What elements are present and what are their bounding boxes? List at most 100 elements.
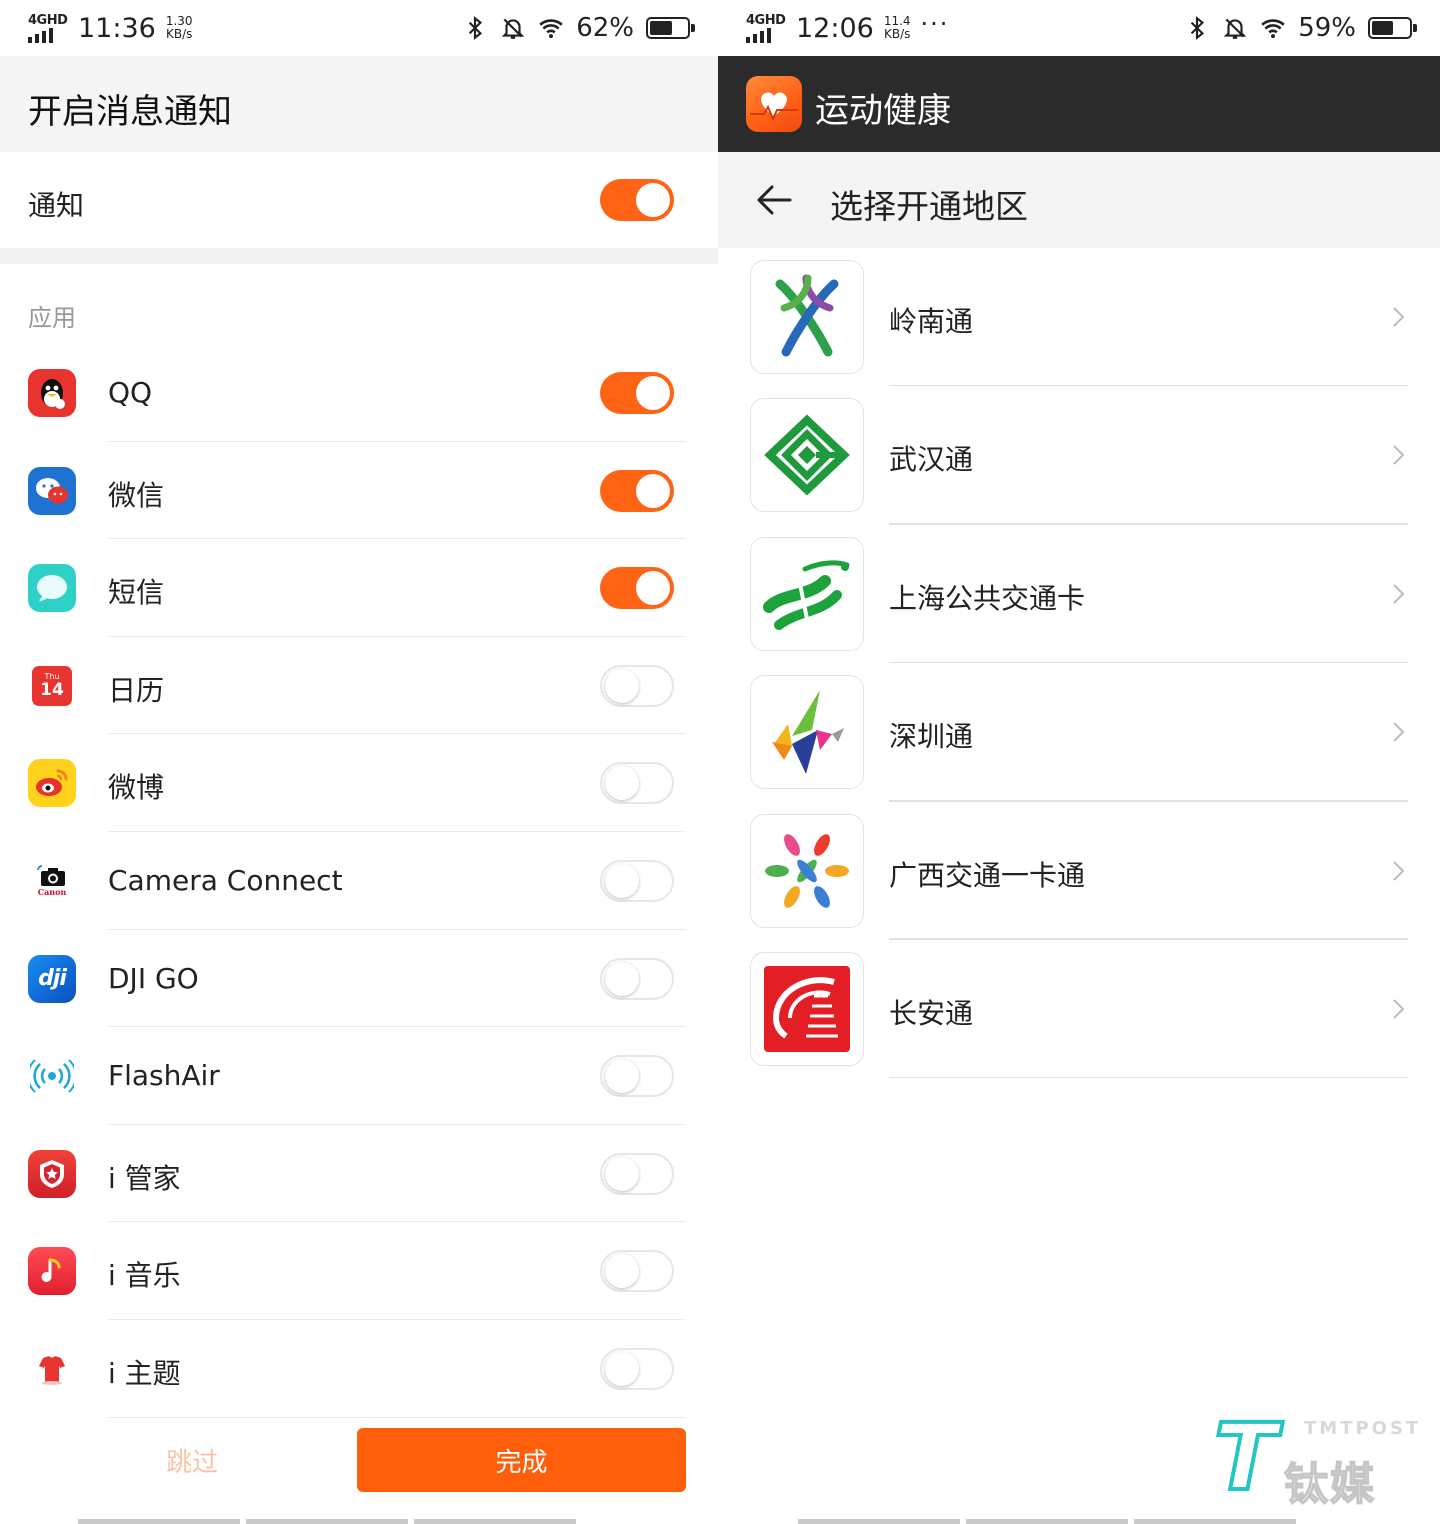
app-row-dji-go[interactable]: dji DJI GO: [0, 930, 718, 1028]
qq-notification-toggle[interactable]: [600, 372, 674, 414]
app-name: 日历: [108, 673, 165, 707]
app-row-i-manager[interactable]: i 管家: [0, 1125, 718, 1223]
wifi-icon: [1261, 19, 1285, 39]
region-name: 岭南通: [889, 305, 974, 338]
app-row-calendar[interactable]: Thu 14 日历: [0, 637, 718, 735]
app-title-bar: 运动健康: [718, 56, 1440, 152]
skip-button[interactable]: 跳过: [32, 1428, 352, 1492]
row-divider: [108, 1416, 686, 1418]
flashair-notification-toggle[interactable]: [600, 1055, 674, 1098]
flashair-icon: [28, 1052, 76, 1101]
i-theme-notification-toggle[interactable]: [600, 1347, 674, 1390]
notification-label: 通知: [28, 189, 85, 222]
shenzhentong-logo: [750, 675, 864, 790]
lingnantong-logo: [750, 260, 864, 374]
page-title: 选择开通地区: [830, 187, 1028, 226]
shanghai-transport-card-logo: [750, 536, 864, 651]
weibo-icon: [28, 759, 76, 808]
chevron-right-icon: [1393, 722, 1405, 742]
battery-percent: 59%: [1298, 13, 1356, 43]
watermark-chinese: 钛媒体: [1283, 1458, 1376, 1524]
home-indicator: [78, 1519, 576, 1524]
chevron-right-icon: [1393, 584, 1405, 604]
weibo-notification-toggle[interactable]: [600, 762, 674, 805]
region-row-shanghai[interactable]: 上海公共交通卡: [718, 525, 1440, 664]
watermark-english: TMTPOST: [1304, 1418, 1422, 1439]
notification-settings-screen: 4GHD 11:36 1.30 KB/s 62% 开启消息通知 通知 应用 QQ…: [0, 0, 718, 1524]
app-row-qq[interactable]: QQ: [0, 344, 718, 442]
region-name: 深圳通: [889, 720, 974, 754]
app-row-wechat[interactable]: 微信: [0, 442, 718, 540]
chevron-right-icon: [1393, 860, 1405, 881]
wifi-icon: [539, 19, 563, 39]
region-row-lingnantong[interactable]: 岭南通: [718, 248, 1440, 387]
i-music-notification-toggle[interactable]: [600, 1250, 674, 1293]
dji-go-icon: dji: [28, 954, 76, 1003]
calendar-notification-toggle[interactable]: [600, 664, 674, 707]
done-button[interactable]: 完成: [357, 1428, 686, 1492]
wechat-icon: [28, 466, 76, 515]
health-app-logo-icon: [746, 76, 802, 132]
app-name: i 音乐: [108, 1259, 181, 1293]
app-row-i-music[interactable]: i 音乐: [0, 1222, 718, 1320]
messages-notification-toggle[interactable]: [600, 567, 674, 610]
guangxi-transport-card-logo: [750, 813, 864, 928]
app-name: i 主题: [108, 1356, 181, 1390]
app-name: i 管家: [108, 1161, 181, 1195]
back-arrow-icon[interactable]: [752, 178, 796, 222]
notification-master-toggle[interactable]: [600, 179, 674, 221]
battery-icon: [646, 17, 695, 39]
wechat-notification-toggle[interactable]: [600, 469, 674, 512]
status-bar: 4GHD 12:06 11.4 KB/s ··· 59%: [718, 0, 1440, 56]
messages-icon: [28, 564, 76, 613]
region-row-wuhantong[interactable]: 武汉通: [718, 386, 1440, 525]
page-title: 开启消息通知: [28, 92, 232, 132]
i-music-icon: [28, 1247, 76, 1296]
calendar-icon: Thu 14: [28, 661, 76, 710]
dji-go-notification-toggle[interactable]: [600, 957, 674, 1000]
app-row-flashair[interactable]: FlashAir: [0, 1027, 718, 1125]
chevron-right-icon: [1393, 999, 1405, 1019]
i-manager-notification-toggle[interactable]: [600, 1152, 674, 1195]
status-bar: 4GHD 11:36 1.30 KB/s 62%: [0, 0, 718, 56]
wuhantong-logo: [750, 398, 864, 513]
chevron-right-icon: [1393, 307, 1405, 327]
i-manager-icon: [28, 1149, 76, 1198]
app-name: 微博: [108, 771, 165, 805]
battery-percent: 62%: [576, 13, 634, 43]
app-name: Camera Connect: [108, 863, 343, 897]
region-row-changantong[interactable]: 长安通: [718, 940, 1440, 1079]
app-name: QQ: [108, 376, 153, 409]
app-title: 运动健康: [815, 91, 951, 131]
app-row-i-theme[interactable]: i 主题: [0, 1320, 718, 1418]
status-time: 12:06: [796, 12, 874, 44]
cellular-signal-icon: 4GHD: [746, 13, 786, 43]
app-name: 微信: [108, 478, 165, 512]
region-name: 上海公共交通卡: [889, 581, 1086, 615]
tmtpost-watermark: T TMTPOST 钛媒体: [1212, 1404, 1418, 1524]
section-gap: [0, 248, 718, 264]
app-list: QQ 微信 短信 Thu 14 日历 微博 Canon Camera Conne…: [0, 344, 718, 1418]
changantong-logo: [750, 951, 864, 1066]
region-row-shenzhentong[interactable]: 深圳通: [718, 663, 1440, 802]
status-time: 11:36: [78, 12, 156, 44]
region-list: 岭南通 武汉通 上海公共交通卡 深圳通 广西交通一卡通 长安通: [718, 248, 1440, 1079]
region-name: 长安通: [889, 996, 974, 1030]
app-row-messages[interactable]: 短信: [0, 539, 718, 637]
region-name: 武汉通: [889, 443, 974, 477]
i-theme-icon: [28, 1344, 76, 1393]
region-row-guangxi[interactable]: 广西交通一卡通: [718, 802, 1440, 940]
app-name: DJI GO: [108, 961, 199, 995]
network-speed: 1.30 KB/s: [165, 14, 193, 41]
watermark-mark: T: [1212, 1404, 1279, 1511]
chevron-right-icon: [1393, 445, 1405, 466]
bluetooth-icon: [469, 15, 483, 41]
app-row-camera-connect[interactable]: Canon Camera Connect: [0, 832, 718, 930]
camera-connect-notification-toggle[interactable]: [600, 859, 674, 902]
battery-icon: [1368, 17, 1417, 39]
notification-master-row[interactable]: 通知: [0, 152, 718, 248]
app-row-weibo[interactable]: 微博: [0, 734, 718, 832]
mute-bell-icon: [501, 18, 525, 39]
cellular-signal-icon: 4GHD: [28, 13, 68, 43]
home-indicator: [798, 1519, 1296, 1524]
